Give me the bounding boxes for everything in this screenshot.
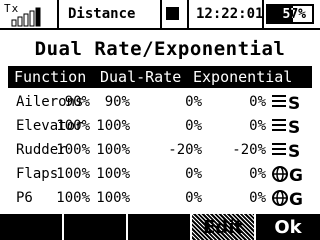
header-dual-rate: Dual-Rate — [100, 68, 182, 86]
switch-s-icon: S — [272, 116, 310, 138]
edit-button-label: Edit — [203, 217, 243, 238]
function-label: P6 — [16, 190, 33, 206]
clock: 12:22:01 — [196, 6, 264, 22]
table-header: Function Dual-Rate Exponential — [8, 66, 312, 88]
divider — [160, 0, 162, 28]
stop-square-icon — [166, 7, 179, 20]
global-g-icon: G — [272, 164, 310, 186]
dual-rate-1: 100% — [56, 118, 90, 134]
dual-rate-2: 100% — [96, 142, 130, 158]
dual-rate-1: 100% — [56, 142, 90, 158]
expo-1: 0% — [185, 94, 202, 110]
ok-button[interactable]: Ok — [256, 214, 320, 240]
header-exponential: Exponential — [193, 68, 293, 86]
table-row[interactable]: Rudder 100% 100% -20% -20% S — [8, 138, 312, 162]
dual-rate-2: 90% — [104, 94, 130, 110]
model-name: Distance — [68, 6, 136, 22]
expo-2: 0% — [249, 118, 266, 134]
expo-2: -20% — [232, 142, 266, 158]
svg-text:S: S — [288, 118, 300, 136]
expo-1: 0% — [185, 118, 202, 134]
svg-text:S: S — [288, 94, 300, 112]
header-function: Function — [14, 68, 87, 86]
ok-button-label: Ok — [274, 217, 302, 238]
expo-2: 0% — [249, 166, 266, 182]
expo-2: 0% — [249, 94, 266, 110]
expo-1: -20% — [168, 142, 202, 158]
softkey-f2[interactable] — [64, 214, 128, 240]
battery-icon: 57% — [266, 4, 314, 24]
signal-strength-icon — [4, 5, 56, 27]
dual-rate-2: 100% — [96, 166, 130, 182]
dual-rate-2: 100% — [96, 190, 130, 206]
dual-rate-1: 100% — [56, 190, 90, 206]
table-row[interactable]: P6 100% 100% 0% 0% G — [8, 186, 312, 210]
table-row[interactable]: Ailerons 90% 90% 0% 0% S — [8, 90, 312, 114]
softkey-f1[interactable] — [0, 214, 64, 240]
table-row[interactable]: Elevator 100% 100% 0% 0% S — [8, 114, 312, 138]
divider — [57, 0, 59, 28]
battery-text: 57% — [282, 7, 306, 22]
dual-rate-1: 90% — [64, 94, 90, 110]
dual-rate-1: 100% — [56, 166, 90, 182]
expo-1: 0% — [185, 166, 202, 182]
function-label: Flaps — [16, 166, 59, 182]
status-bar: Tx Distance 12:22:01 57% — [0, 0, 320, 30]
svg-text:G: G — [289, 190, 303, 208]
softkey-f3[interactable] — [128, 214, 192, 240]
page-title: Dual Rate/Exponential — [34, 38, 286, 60]
edit-button[interactable]: Edit — [192, 214, 256, 240]
expo-2: 0% — [249, 190, 266, 206]
table-row[interactable]: Flaps 100% 100% 0% 0% G — [8, 162, 312, 186]
svg-text:G: G — [289, 166, 303, 184]
switch-s-icon: S — [272, 92, 310, 114]
global-g-icon: G — [272, 188, 310, 210]
softkey-bar: Edit Ok — [0, 214, 320, 240]
svg-text:S: S — [288, 142, 300, 160]
dual-rate-2: 100% — [96, 118, 130, 134]
switch-s-icon: S — [272, 140, 310, 162]
expo-1: 0% — [185, 190, 202, 206]
divider — [262, 0, 264, 28]
divider — [187, 0, 189, 28]
